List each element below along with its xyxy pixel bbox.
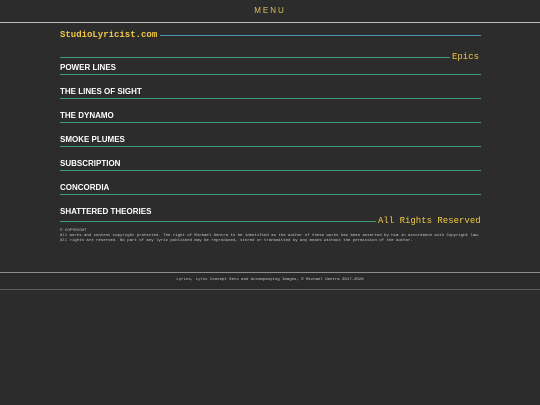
menu-item-concordia[interactable]: CONCORDIA (60, 183, 481, 207)
copyright-text: All works and content copyright protecte… (60, 234, 481, 243)
footer-bar: Lyrics, Lyric Concept Sets and Accompany… (0, 272, 540, 290)
menu-item-smoke-plumes[interactable]: SMOKE PLUMES (60, 135, 481, 159)
menu-item-label[interactable]: SUBSCRIPTION (60, 159, 120, 169)
menu-item-label[interactable]: CONCORDIA (60, 183, 109, 193)
item-divider (60, 170, 481, 171)
item-divider (60, 74, 481, 75)
menu-item-the-lines-of-sight[interactable]: THE LINES OF SIGHT (60, 87, 481, 111)
footer-text: Lyrics, Lyric Concept Sets and Accompany… (176, 278, 364, 282)
menu-item-label[interactable]: THE LINES OF SIGHT (60, 87, 142, 97)
menu-item-label[interactable]: POWER LINES (60, 63, 116, 73)
item-divider (60, 98, 481, 99)
title-divider (160, 35, 481, 36)
menu-item-label[interactable]: SMOKE PLUMES (60, 135, 125, 145)
item-divider (60, 194, 481, 195)
item-divider (60, 122, 481, 123)
item-divider (60, 146, 481, 147)
section-divider (60, 57, 450, 58)
menu-item-label[interactable]: THE DYNAMO (60, 111, 114, 121)
menu-item-label[interactable]: SHATTERED THEORIES (60, 207, 151, 217)
menu-button[interactable]: MENU (0, 6, 540, 15)
copyright-notice: © COPYRIGHT All works and content copyri… (60, 229, 485, 244)
rights-label: All Rights Reserved (378, 216, 481, 226)
menu-item-power-lines[interactable]: POWER LINES (60, 63, 481, 87)
menu-item-subscription[interactable]: SUBSCRIPTION (60, 159, 481, 183)
top-menu-bar: MENU (0, 0, 540, 23)
site-title-link[interactable]: StudioLyricist.com (60, 30, 157, 40)
menu-item-the-dynamo[interactable]: THE DYNAMO (60, 111, 481, 135)
rights-divider (60, 221, 376, 222)
section-label-epics: Epics (452, 52, 480, 62)
